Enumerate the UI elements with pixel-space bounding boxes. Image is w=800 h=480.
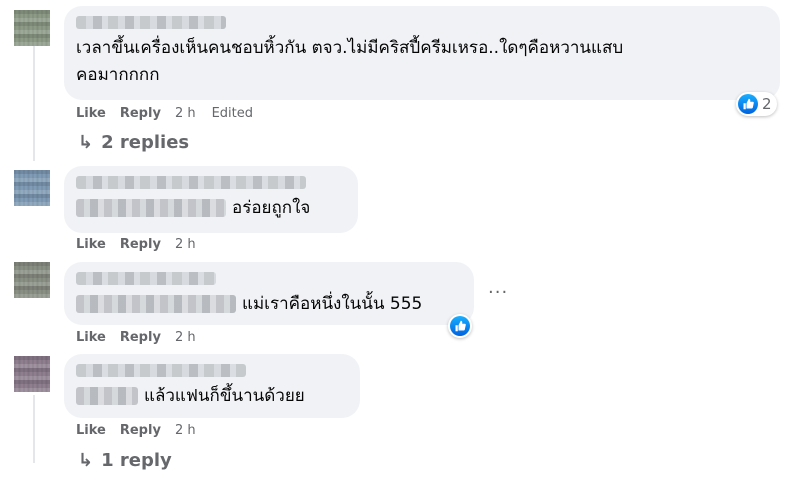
more-options-button[interactable]: ··· — [488, 282, 508, 303]
avatar[interactable] — [14, 262, 50, 298]
reply-arrow-icon: ↳ — [78, 450, 94, 471]
comment-actions: Like Reply 2 h — [76, 423, 212, 438]
tagged-name-blurred[interactable] — [76, 199, 226, 217]
tagged-name-blurred[interactable] — [76, 387, 138, 405]
comment-text: แม่เราคือหนึ่งในนั้น 555 — [76, 291, 462, 318]
like-button[interactable]: Like — [76, 423, 106, 438]
comment-bubble: แล้วแฟนก็ขึ้นานด้วยย — [64, 354, 360, 418]
edited-label: Edited — [211, 106, 254, 121]
timestamp[interactable]: 2 h — [175, 423, 196, 438]
comment-text-content: แล้วแฟนก็ขึ้นานด้วยย — [144, 386, 305, 406]
comment-text: เวลาขึ้นเครื่องเห็นคนชอบหิ้วกัน ตจว.ไม่ม… — [76, 38, 624, 58]
avatar[interactable] — [14, 170, 50, 206]
timestamp[interactable]: 2 h — [175, 106, 196, 121]
comment-text-content: อร่อยถูกใจ — [232, 198, 311, 218]
timestamp[interactable]: 2 h — [175, 330, 196, 345]
thread-line — [33, 395, 35, 463]
thumbs-up-icon — [450, 316, 470, 336]
reply-button[interactable]: Reply — [120, 423, 161, 438]
comment-text: แล้วแฟนก็ขึ้นานด้วยย — [76, 383, 348, 410]
replies-label: 1 reply — [101, 450, 172, 471]
comment-actions: Like Reply 2 h Edited — [76, 106, 253, 121]
like-button[interactable]: Like — [76, 330, 106, 345]
comment-bubble: เวลาขึ้นเครื่องเห็นคนชอบหิ้วกัน ตจว.ไม่ม… — [64, 6, 780, 100]
comment-actions: Like Reply 2 h — [76, 237, 212, 252]
like-button[interactable]: Like — [76, 106, 106, 121]
comment-bubble: อร่อยถูกใจ — [64, 166, 358, 233]
reply-button[interactable]: Reply — [120, 237, 161, 252]
reaction-count[interactable]: 2 — [736, 92, 777, 116]
tagged-name-blurred[interactable] — [76, 295, 236, 313]
reply-button[interactable]: Reply — [120, 106, 161, 121]
comment-bubble: แม่เราคือหนึ่งในนั้น 555 — [64, 262, 474, 325]
comment-text: อร่อยถูกใจ — [76, 195, 346, 222]
reply-button[interactable]: Reply — [120, 330, 161, 345]
avatar[interactable] — [14, 10, 50, 46]
reaction-count[interactable] — [448, 314, 472, 338]
replies-label: 2 replies — [101, 132, 190, 153]
comment-actions: Like Reply 2 h — [76, 330, 212, 345]
timestamp[interactable]: 2 h — [175, 237, 196, 252]
thread-line — [33, 46, 35, 161]
avatar[interactable] — [14, 356, 50, 392]
comment-text-content: แม่เราคือหนึ่งในนั้น 555 — [242, 294, 423, 314]
view-replies-button[interactable]: ↳ 1 reply — [78, 450, 172, 471]
like-button[interactable]: Like — [76, 237, 106, 252]
reply-arrow-icon: ↳ — [78, 132, 94, 153]
reaction-count-label: 2 — [762, 95, 772, 113]
author-name-blurred[interactable] — [76, 272, 216, 285]
author-name-blurred[interactable] — [76, 364, 246, 377]
view-replies-button[interactable]: ↳ 2 replies — [78, 132, 189, 153]
comment-text: คอมากกกก — [76, 65, 160, 85]
thumbs-up-icon — [738, 94, 758, 114]
author-name-blurred[interactable] — [76, 176, 306, 189]
author-name-blurred[interactable] — [76, 16, 226, 29]
